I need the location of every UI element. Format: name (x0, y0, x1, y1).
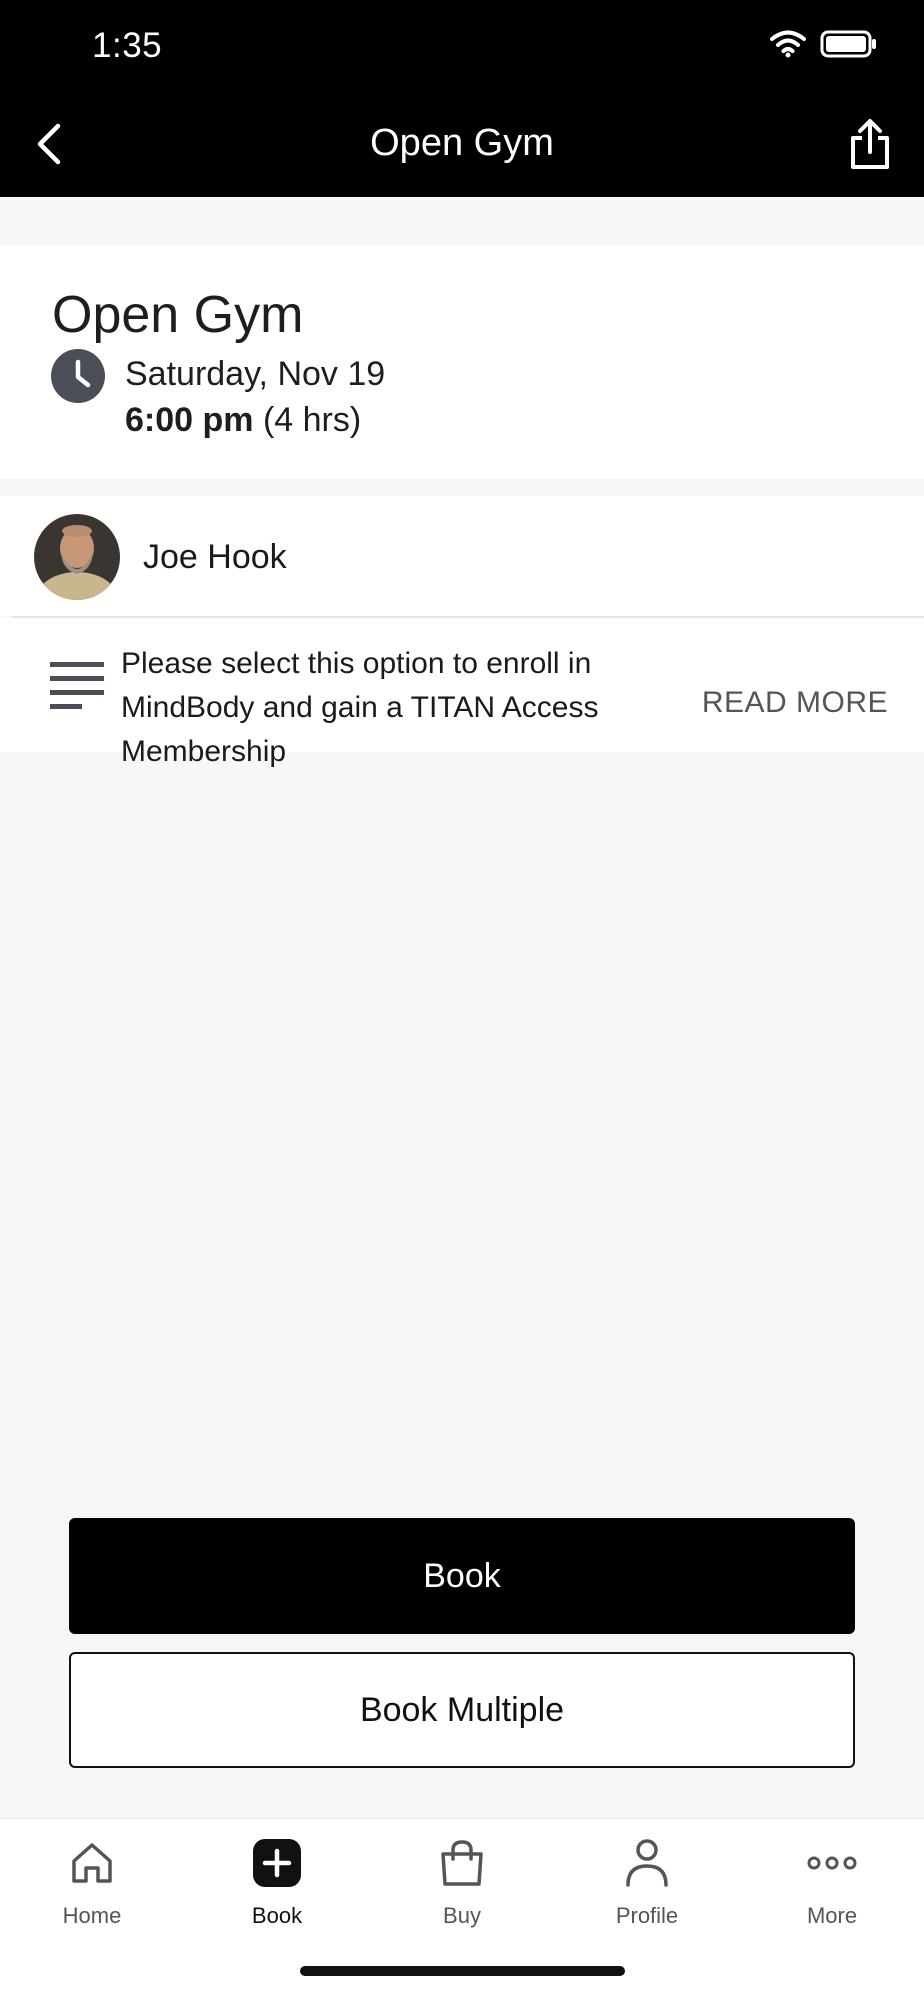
home-indicator (300, 1966, 625, 1976)
wifi-icon (770, 30, 806, 63)
tab-book[interactable]: Book (207, 1833, 347, 1929)
class-info-card: Open Gym Saturday, Nov 19 6:00 pm (4 hrs… (0, 245, 924, 479)
shopping-bag-icon (439, 1839, 485, 1892)
instructor-row[interactable]: Joe Hook (0, 496, 924, 616)
tab-home-label: Home (62, 1903, 122, 1928)
description-text: Please select this option to enroll in M… (121, 647, 599, 768)
class-start-time: 6:00 pm (125, 401, 254, 439)
status-icons (770, 30, 878, 63)
tab-more-label: More (806, 1903, 858, 1928)
text-lines-icon (50, 662, 104, 715)
clock-icon (51, 349, 105, 403)
battery-icon (820, 30, 878, 63)
tab-profile[interactable]: Profile (577, 1833, 717, 1929)
tab-profile-label: Profile (615, 1903, 679, 1928)
share-button[interactable] (842, 116, 898, 176)
tab-buy-label: Buy (443, 1903, 481, 1928)
class-duration: (4 hrs) (262, 401, 362, 439)
tab-book-label: Book (251, 1903, 303, 1928)
class-time: 6:00 pm (4 hrs) (125, 401, 361, 440)
plus-square-icon (253, 1838, 301, 1892)
top-bar: 1:35 Open Gym (0, 0, 924, 197)
tab-buy[interactable]: Buy (392, 1833, 532, 1929)
book-multiple-button[interactable]: Book Multiple (69, 1652, 855, 1768)
more-dots-icon (807, 1856, 857, 1875)
instructor-name: Joe Hook (143, 538, 287, 576)
read-more-link[interactable]: READ MORE (702, 686, 888, 720)
tab-more[interactable]: More (762, 1833, 902, 1929)
class-title: Open Gym (52, 286, 304, 344)
avatar (34, 514, 120, 600)
person-icon (624, 1838, 670, 1893)
book-button[interactable]: Book (69, 1518, 855, 1634)
tab-home[interactable]: Home (22, 1833, 162, 1929)
home-icon (70, 1841, 114, 1890)
status-time: 1:35 (92, 26, 163, 65)
share-icon (847, 118, 893, 175)
page-title: Open Gym (370, 122, 554, 164)
class-date: Saturday, Nov 19 (125, 355, 386, 393)
description-row: Please select this option to enroll in M… (0, 618, 924, 768)
